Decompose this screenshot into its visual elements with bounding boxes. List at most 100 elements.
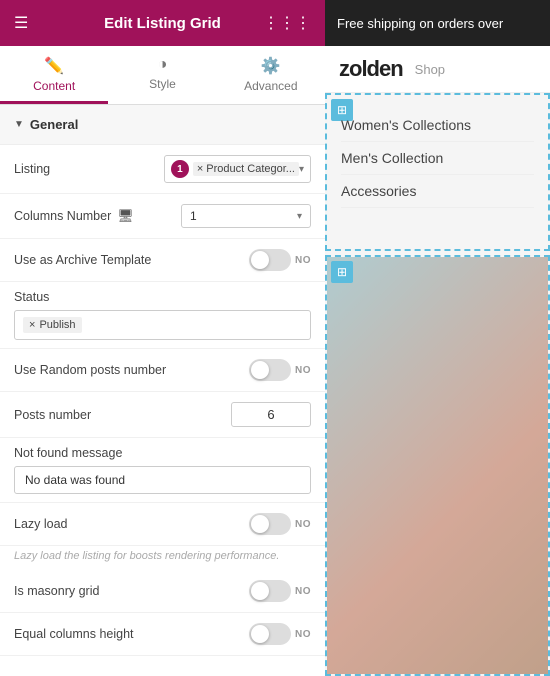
equal-columns-track[interactable] (249, 623, 291, 645)
site-header: zolden Shop (325, 46, 550, 93)
archive-template-track[interactable] (249, 249, 291, 271)
right-panel: zolden Shop ⊞ Women's Collections Men's … (325, 46, 550, 676)
listing-label: Listing (14, 162, 50, 176)
listing-row: Listing 1 × Product Categor... ▾ (0, 145, 325, 194)
listing-control: 1 × Product Categor... ▾ (164, 155, 311, 183)
masonry-toggle-label: NO (295, 586, 311, 597)
equal-columns-toggle[interactable]: NO (249, 623, 311, 645)
grid-icon[interactable]: ⋮⋮⋮ (263, 13, 311, 33)
columns-label: Columns Number 🖥 (14, 208, 134, 224)
lazy-load-track[interactable] (249, 513, 291, 535)
posts-number-row: Posts number (0, 392, 325, 438)
random-posts-toggle-label: NO (295, 365, 311, 376)
posts-number-input[interactable] (231, 402, 311, 427)
archive-template-row: Use as Archive Template NO (0, 239, 325, 282)
panel-content: ▼ General Listing 1 × Product Categor...… (0, 105, 325, 676)
random-posts-toggle[interactable]: NO (249, 359, 311, 381)
chevron-down-icon: ▼ (14, 119, 24, 130)
columns-select[interactable]: 1 ▾ (181, 204, 311, 228)
status-input[interactable]: × Publish (14, 310, 311, 340)
random-posts-thumb (251, 361, 269, 379)
not-found-label: Not found message (14, 446, 311, 460)
lazy-load-row: Lazy load NO (0, 503, 325, 546)
listing-chevron-icon: ▾ (299, 164, 304, 175)
listing-select[interactable]: 1 × Product Categor... ▾ (164, 155, 311, 183)
masonry-thumb (251, 582, 269, 600)
top-header: ☰ Edit Listing Grid ⋮⋮⋮ Free shipping on… (0, 0, 550, 46)
page-title: Edit Listing Grid (104, 15, 221, 32)
lazy-load-label: Lazy load (14, 517, 68, 531)
site-logo: zolden (339, 56, 403, 82)
main-layout: ✏️ Content ◑ Style ⚙️ Advanced ▼ General… (0, 46, 550, 676)
equal-columns-row: Equal columns height NO (0, 613, 325, 656)
equal-columns-toggle-label: NO (295, 629, 311, 640)
left-panel: ✏️ Content ◑ Style ⚙️ Advanced ▼ General… (0, 46, 325, 676)
columns-control: 1 ▾ (181, 204, 311, 228)
status-tag: × Publish (23, 317, 82, 333)
advanced-tab-icon: ⚙️ (261, 56, 281, 76)
block-handle-icon-bottom: ⊞ (337, 265, 347, 279)
lazy-load-helper: Lazy load the listing for boosts renderi… (0, 546, 325, 570)
block-handle-bottom[interactable]: ⊞ (331, 261, 353, 283)
archive-template-toggle[interactable]: NO (249, 249, 311, 271)
lazy-load-toggle[interactable]: NO (249, 513, 311, 535)
random-posts-label: Use Random posts number (14, 363, 166, 377)
general-section-label: General (30, 117, 78, 132)
tab-style[interactable]: ◑ Style (108, 46, 216, 104)
masonry-label: Is masonry grid (14, 584, 99, 598)
listing-tag-value: Product Categor... (206, 163, 295, 175)
editor-header: ☰ Edit Listing Grid ⋮⋮⋮ (0, 15, 325, 32)
listing-badge: 1 (171, 160, 189, 178)
general-section-header: ▼ General (0, 105, 325, 145)
archive-template-toggle-label: NO (295, 255, 311, 266)
banner-strip: Free shipping on orders over (325, 0, 550, 46)
tab-advanced-label: Advanced (244, 79, 297, 93)
masonry-toggle[interactable]: NO (249, 580, 311, 602)
masonry-row: Is masonry grid NO (0, 570, 325, 613)
columns-row: Columns Number 🖥 1 ▾ (0, 194, 325, 239)
tab-advanced[interactable]: ⚙️ Advanced (217, 46, 325, 104)
status-tag-value: Publish (39, 319, 75, 331)
random-posts-control: NO (249, 359, 311, 381)
style-tab-icon: ◑ (158, 56, 168, 74)
listing-tag-remove[interactable]: × (197, 163, 203, 175)
random-posts-row: Use Random posts number NO (0, 349, 325, 392)
tab-style-label: Style (149, 77, 176, 91)
preview-block-bottom: ⊞ (325, 255, 550, 676)
archive-template-thumb (251, 251, 269, 269)
columns-value: 1 (190, 209, 197, 223)
collection-womens: Women's Collections (341, 109, 534, 142)
hamburger-icon[interactable]: ☰ (14, 13, 28, 33)
content-tab-icon: ✏️ (44, 56, 64, 76)
columns-chevron-icon: ▾ (297, 211, 302, 222)
banner-text: Free shipping on orders over (337, 16, 503, 31)
status-row: Status × Publish (0, 282, 325, 349)
tabs-bar: ✏️ Content ◑ Style ⚙️ Advanced (0, 46, 325, 105)
collections-area: Women's Collections Men's Collection Acc… (327, 95, 548, 222)
preview-block-top: ⊞ Women's Collections Men's Collection A… (325, 93, 550, 251)
preview-image (327, 257, 548, 674)
columns-label-text: Columns Number (14, 209, 111, 223)
equal-columns-label: Equal columns height (14, 627, 134, 641)
collection-accessories: Accessories (341, 175, 534, 208)
posts-number-label: Posts number (14, 408, 91, 422)
monitor-icon: 🖥 (117, 208, 134, 224)
not-found-row: Not found message (0, 438, 325, 503)
archive-template-label: Use as Archive Template (14, 253, 151, 267)
collection-mens: Men's Collection (341, 142, 534, 175)
listing-tag: × Product Categor... (193, 162, 299, 176)
equal-columns-control: NO (249, 623, 311, 645)
status-label: Status (14, 290, 311, 304)
not-found-input[interactable] (14, 466, 311, 494)
archive-template-control: NO (249, 249, 311, 271)
site-nav: Shop (415, 62, 445, 77)
preview-area: ⊞ Women's Collections Men's Collection A… (325, 93, 550, 676)
status-tag-remove[interactable]: × (29, 319, 35, 331)
masonry-track[interactable] (249, 580, 291, 602)
lazy-load-control: NO (249, 513, 311, 535)
tab-content-label: Content (33, 79, 75, 93)
masonry-control: NO (249, 580, 311, 602)
tab-content[interactable]: ✏️ Content (0, 46, 108, 104)
posts-number-control (231, 402, 311, 427)
random-posts-track[interactable] (249, 359, 291, 381)
